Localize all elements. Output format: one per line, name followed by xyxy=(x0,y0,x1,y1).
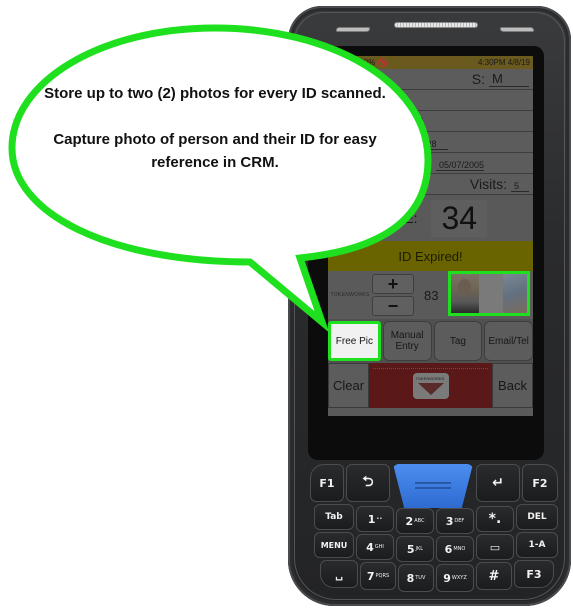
callout-text: Store up to two (2) photos for every ID … xyxy=(40,82,390,174)
indicator-led-right xyxy=(499,27,535,32)
visits-row: Visits: 5 xyxy=(328,174,533,195)
count-value: 83 xyxy=(424,287,439,303)
star-key[interactable]: *. xyxy=(476,506,514,532)
scan-trigger-key[interactable] xyxy=(393,464,473,508)
callout-line-2: Capture photo of person and their ID for… xyxy=(53,131,377,171)
space-key[interactable]: ␣ xyxy=(320,560,358,588)
scanner-icon: TOKENWORKS xyxy=(412,372,449,399)
key-6[interactable]: 6 MNO xyxy=(436,536,474,562)
exp-label: Exp: xyxy=(404,155,433,171)
enter-arrow-icon: ↵ xyxy=(492,475,504,491)
clock: 4:30PM 4/8/19 xyxy=(477,58,530,67)
bottom-nav: Clear TOKENWORKS Back xyxy=(328,363,533,408)
sex-value: M xyxy=(489,71,529,87)
free-pic-button[interactable]: Free Pic xyxy=(328,321,381,361)
photo-row: TOKENWORKS + − 83 xyxy=(328,271,533,319)
carrier-label: Inc. xyxy=(331,58,344,67)
key-4[interactable]: 4 GHI xyxy=(356,534,394,560)
photo-thumbnails[interactable] xyxy=(448,271,530,316)
hardware-keypad: F1 ⮌ ↵ F2 Tab 1 •• 2 ABC 3 DEF *. DEL MENU … xyxy=(306,458,566,594)
sex-label: S: xyxy=(471,71,485,87)
key-2[interactable]: 2 ABC xyxy=(396,508,434,534)
back-arrow-icon: ⮌ xyxy=(362,474,374,490)
callout-line-1: Store up to two (2) photos for every ID … xyxy=(44,85,386,102)
action-buttons: Free Pic Manual Entry Tag Email/Tel xyxy=(328,319,533,363)
id-expired-banner: ID Expired! xyxy=(328,241,533,271)
del-key[interactable]: DEL xyxy=(516,504,558,530)
alpha-toggle-key[interactable]: 1-A xyxy=(516,532,558,558)
age-row: § OK AGE: 34 xyxy=(328,195,533,241)
speaker-grille xyxy=(394,22,478,28)
status-bar: Inc. 100% 4:30PM 4/8/19 xyxy=(328,56,533,69)
visits-label: Visits: xyxy=(469,176,507,192)
f1-key[interactable]: F1 xyxy=(310,464,344,502)
battery-level: 100% xyxy=(354,58,376,67)
key-5[interactable]: 5 JKL xyxy=(396,536,434,562)
email-tel-button[interactable]: Email/Tel xyxy=(484,321,533,361)
age-value: 34 xyxy=(431,199,488,237)
enter-key[interactable]: ↵ xyxy=(476,464,520,502)
f3-key[interactable]: F3 xyxy=(514,560,554,588)
increment-button[interactable]: + xyxy=(372,274,414,294)
tobacco-ok-badge: § OK xyxy=(330,196,378,240)
exp-value: 05/07/2005 xyxy=(436,160,485,171)
visits-value: 5 xyxy=(511,181,529,192)
smoke-icon: § xyxy=(366,199,372,209)
indicator-led-left xyxy=(335,27,371,32)
tag-button[interactable]: Tag xyxy=(433,321,483,361)
person-photo[interactable] xyxy=(451,274,479,313)
key-9[interactable]: 9 WXYZ xyxy=(436,564,474,592)
back-button[interactable]: Back xyxy=(492,363,533,408)
key-3[interactable]: 3 DEF xyxy=(436,508,474,534)
key-7[interactable]: 7 PQRS xyxy=(360,562,396,590)
back-key[interactable]: ⮌ xyxy=(346,464,390,502)
manual-entry-button[interactable]: Manual Entry xyxy=(382,321,432,361)
zip-value: 10128 xyxy=(408,139,449,150)
clear-button[interactable]: Clear xyxy=(328,363,369,408)
key-1[interactable]: 1 •• xyxy=(356,506,394,532)
tab-key[interactable]: Tab xyxy=(314,504,354,530)
key-8[interactable]: 8 TUV xyxy=(398,564,434,592)
brand-logo: TOKENWORKS xyxy=(330,292,370,298)
no-wifi-icon xyxy=(378,58,388,67)
age-label: AGE: xyxy=(384,210,418,226)
hash-key[interactable]: # xyxy=(476,562,512,590)
menu-key[interactable]: MENU xyxy=(314,532,354,558)
id-card-photo[interactable] xyxy=(503,274,527,313)
battery-icon xyxy=(346,58,352,67)
f2-key[interactable]: F2 xyxy=(522,464,558,502)
zip-label: Z: xyxy=(392,134,405,150)
count-stepper: + − xyxy=(372,274,414,316)
scan-button[interactable]: TOKENWORKS xyxy=(369,363,492,408)
decrement-button[interactable]: − xyxy=(372,296,414,316)
zero-key[interactable]: ▭ xyxy=(476,534,514,560)
